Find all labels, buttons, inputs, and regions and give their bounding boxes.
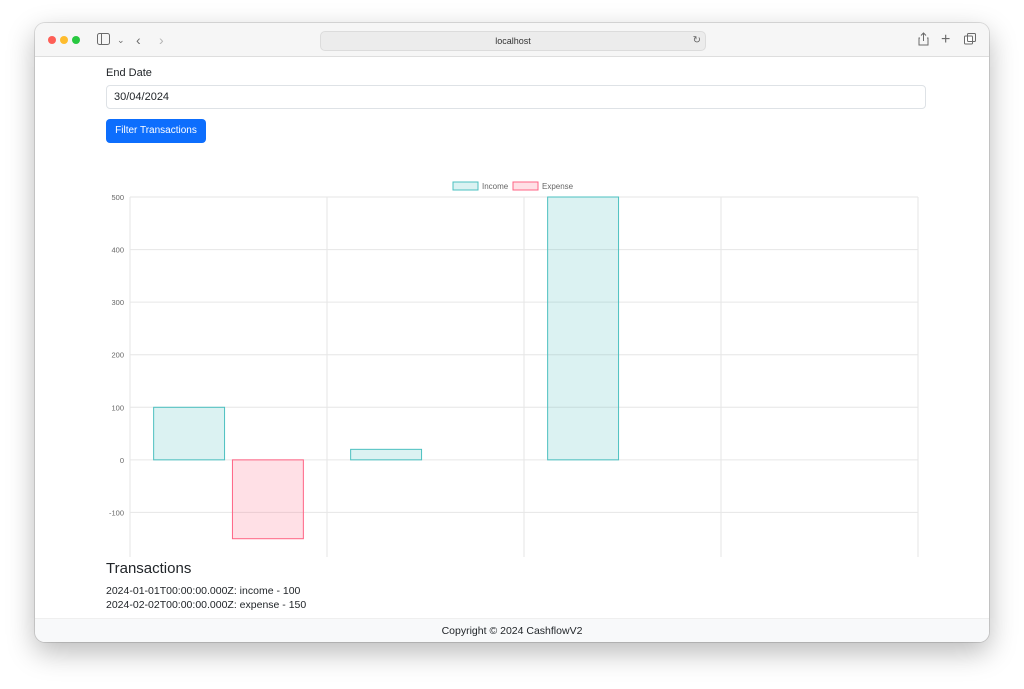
- minimize-window-icon[interactable]: [60, 36, 68, 44]
- back-icon[interactable]: ‹: [136, 32, 141, 48]
- forward-icon[interactable]: ›: [159, 32, 164, 48]
- footer-copyright: Copyright © 2024 CashflowV2: [441, 625, 583, 637]
- transactions-heading: Transactions: [106, 560, 192, 577]
- maximize-window-icon[interactable]: [72, 36, 80, 44]
- income-bar: [547, 196, 620, 461]
- share-icon[interactable]: [918, 32, 929, 48]
- close-window-icon[interactable]: [48, 36, 56, 44]
- sidebar-icon[interactable]: [97, 32, 110, 48]
- transactions-list: 2024-01-01T00:00:00.000Z: income - 100 2…: [106, 584, 306, 612]
- y-tick-label: 0: [120, 456, 124, 465]
- browser-toolbar: ⌄ ‹ › localhost ↻ +: [35, 23, 989, 57]
- new-tab-icon[interactable]: +: [941, 32, 950, 48]
- transactions-chart: 5004003002001000-100-20001/01/202402/02/…: [109, 181, 919, 557]
- expense-legend-swatch: [512, 181, 539, 191]
- income-legend-swatch: [452, 181, 479, 191]
- income-bar: [350, 448, 423, 461]
- income-legend-label: Income: [482, 182, 509, 191]
- y-tick-label: 300: [111, 298, 124, 307]
- tabs-overview-icon[interactable]: [964, 32, 976, 48]
- y-tick-label: 500: [111, 193, 124, 202]
- address-text: localhost: [495, 36, 531, 46]
- transaction-item: 2024-02-02T00:00:00.000Z: expense - 150: [106, 599, 307, 611]
- y-tick-label: -100: [109, 508, 124, 517]
- income-bar: [153, 406, 226, 461]
- reload-icon[interactable]: ↻: [693, 32, 701, 50]
- expense-bar: [231, 459, 304, 540]
- expense-legend-label: Expense: [542, 182, 574, 191]
- y-tick-label: 100: [111, 403, 124, 412]
- page-content: End Date 30/04/2024 Filter Transactions …: [35, 57, 989, 618]
- footer: Copyright © 2024 CashflowV2: [35, 618, 989, 642]
- chevron-down-icon[interactable]: ⌄: [117, 32, 125, 48]
- address-bar[interactable]: localhost ↻: [320, 31, 706, 51]
- y-tick-label: 200: [111, 351, 124, 360]
- transaction-item: 2024-01-01T00:00:00.000Z: income - 100: [106, 585, 301, 597]
- browser-window: ⌄ ‹ › localhost ↻ + End Date 30/04/2024 …: [35, 23, 989, 642]
- y-tick-label: 400: [111, 246, 124, 255]
